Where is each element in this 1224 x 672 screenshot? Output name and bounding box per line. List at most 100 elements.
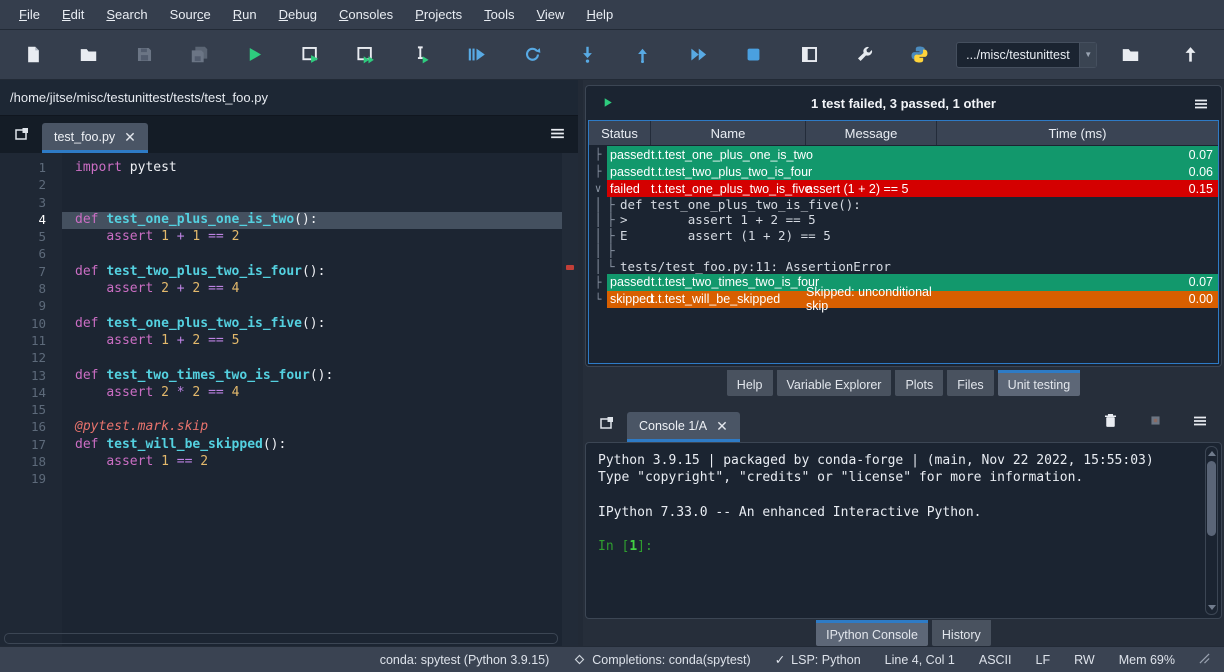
scrollflag-column: [562, 153, 578, 646]
menu-item-view[interactable]: View: [525, 3, 575, 26]
close-icon[interactable]: ✕: [124, 130, 136, 144]
line-number: 6: [0, 246, 62, 263]
tab-history[interactable]: History: [932, 620, 991, 646]
line-number: 13: [0, 368, 62, 385]
scrollbar-handle[interactable]: [1207, 461, 1216, 536]
browse-directory-icon[interactable]: [1111, 37, 1149, 73]
tab-test-foo[interactable]: test_foo.py ✕: [42, 123, 148, 153]
step-return-icon[interactable]: [624, 37, 662, 73]
line-number: 18: [0, 454, 62, 471]
interrupt-kernel-icon[interactable]: [1149, 414, 1162, 432]
column-name[interactable]: Name: [651, 121, 806, 145]
line-number: 19: [0, 471, 62, 488]
menu-item-source[interactable]: Source: [159, 3, 222, 26]
table-row[interactable]: ├passedt.t.test_one_plus_one_is_two0.07: [589, 146, 1218, 163]
menu-item-help[interactable]: Help: [575, 3, 624, 26]
console-line: [598, 488, 1195, 505]
new-file-icon[interactable]: [14, 37, 52, 73]
column-time[interactable]: Time (ms): [937, 121, 1218, 145]
menu-item-search[interactable]: Search: [95, 3, 158, 26]
cell-status: passed: [607, 275, 651, 289]
chevron-down-icon[interactable]: ▼: [1079, 43, 1096, 67]
line-number: 7: [0, 264, 62, 281]
unit-testing-options-menu-icon[interactable]: [1193, 96, 1209, 117]
conda-env-status[interactable]: conda: spytest (Python 3.9.15): [380, 653, 550, 667]
resize-grip[interactable]: [1199, 653, 1210, 667]
continue-icon[interactable]: [679, 37, 717, 73]
cell-name: t.t.test_two_plus_two_is_four: [651, 165, 806, 179]
run-cell-icon[interactable]: [291, 37, 329, 73]
run-cell-advance-icon[interactable]: [347, 37, 385, 73]
column-status[interactable]: Status: [589, 121, 651, 145]
tab-plots[interactable]: Plots: [895, 370, 943, 396]
run-file-icon[interactable]: [236, 37, 274, 73]
lsp-status[interactable]: ✓LSP: Python: [775, 652, 861, 667]
tab-files[interactable]: Files: [947, 370, 993, 396]
cell-status: passed: [607, 165, 651, 179]
code-editor[interactable]: 12345678910111213141516171819 import pyt…: [0, 153, 578, 646]
step-into-icon[interactable]: [568, 37, 606, 73]
tab-console-1a[interactable]: Console 1/A ✕: [627, 412, 740, 442]
line-number: 15: [0, 402, 62, 419]
scroll-down-arrow-icon[interactable]: [1208, 605, 1216, 610]
console-bottom-tab-bar: IPython ConsoleHistory: [585, 620, 1222, 646]
column-message[interactable]: Message: [806, 121, 937, 145]
menu-item-run[interactable]: Run: [222, 3, 268, 26]
console-options-menu-icon[interactable]: [1192, 413, 1208, 434]
eol-status: LF: [1036, 653, 1051, 667]
completions-icon: [573, 653, 586, 666]
table-row[interactable]: ∨failedt.t.test_one_plus_two_is_fiveasse…: [589, 180, 1218, 197]
browse-tabs-icon[interactable]: [595, 411, 619, 435]
menu-item-debug[interactable]: Debug: [268, 3, 328, 26]
working-directory-value[interactable]: .../misc/testunittest: [957, 43, 1079, 67]
debug-file-icon[interactable]: [457, 37, 495, 73]
remove-variables-trash-icon[interactable]: [1102, 412, 1119, 434]
table-row[interactable]: └skippedt.t.test_will_be_skippedSkipped:…: [589, 291, 1218, 308]
console-prompt: In [1]:: [598, 539, 1195, 556]
run-tests-icon[interactable]: [600, 95, 615, 115]
editor-options-menu-icon[interactable]: [549, 125, 566, 147]
browse-tabs-icon[interactable]: [10, 122, 34, 146]
open-file-icon[interactable]: [69, 37, 107, 73]
preferences-wrench-icon[interactable]: [845, 37, 883, 73]
menu-item-edit[interactable]: Edit: [51, 3, 95, 26]
table-row[interactable]: ├passedt.t.test_two_plus_two_is_four0.06: [589, 163, 1218, 180]
restart-kernel-icon[interactable]: [513, 37, 551, 73]
working-directory-combobox[interactable]: .../misc/testunittest ▼: [956, 42, 1097, 68]
tab-unit-testing[interactable]: Unit testing: [998, 370, 1081, 396]
parent-directory-icon[interactable]: [1172, 37, 1210, 73]
memory-status: Mem 69%: [1119, 653, 1175, 667]
save-icon[interactable]: [125, 37, 163, 73]
menu-item-file[interactable]: File: [8, 3, 51, 26]
failure-detail-line: │├def test_one_plus_two_is_five():: [589, 197, 1218, 212]
line-number: 11: [0, 333, 62, 350]
menu-item-tools[interactable]: Tools: [473, 3, 525, 26]
code-line: assert 2 + 2 == 4: [62, 281, 562, 298]
maximize-pane-icon[interactable]: [790, 37, 828, 73]
tab-label: Console 1/A: [639, 419, 707, 433]
test-results-table[interactable]: Status Name Message Time (ms) ├passedt.t…: [588, 120, 1219, 364]
console-line: IPython 7.33.0 -- An enhanced Interactiv…: [598, 505, 1195, 522]
run-selection-icon[interactable]: [402, 37, 440, 73]
line-number: 1: [0, 160, 62, 177]
encoding-status: ASCII: [979, 653, 1012, 667]
python-logo-icon[interactable]: [901, 37, 939, 73]
code-line: assert 2 * 2 == 4: [62, 385, 562, 402]
tab-help[interactable]: Help: [727, 370, 773, 396]
menu-item-consoles[interactable]: Consoles: [328, 3, 404, 26]
tab-variable-explorer[interactable]: Variable Explorer: [777, 370, 892, 396]
stop-icon[interactable]: [734, 37, 772, 73]
console-vertical-scrollbar[interactable]: [1205, 446, 1218, 615]
save-all-icon[interactable]: [180, 37, 218, 73]
ipython-console-output[interactable]: Python 3.9.15 | packaged by conda-forge …: [585, 442, 1222, 619]
editor-horizontal-scrollbar[interactable]: [4, 633, 558, 644]
code-area: import pytestdef test_one_plus_one_is_tw…: [62, 153, 562, 646]
menu-item-projects[interactable]: Projects: [404, 3, 473, 26]
console-tab-bar: Console 1/A ✕: [585, 404, 1222, 442]
completions-status[interactable]: Completions: conda(spytest): [573, 653, 750, 667]
scroll-up-arrow-icon[interactable]: [1208, 451, 1216, 456]
console-line: Python 3.9.15 | packaged by conda-forge …: [598, 453, 1195, 470]
code-line: [62, 471, 562, 488]
close-icon[interactable]: ✕: [716, 419, 728, 433]
tab-ipython-console[interactable]: IPython Console: [816, 620, 928, 646]
